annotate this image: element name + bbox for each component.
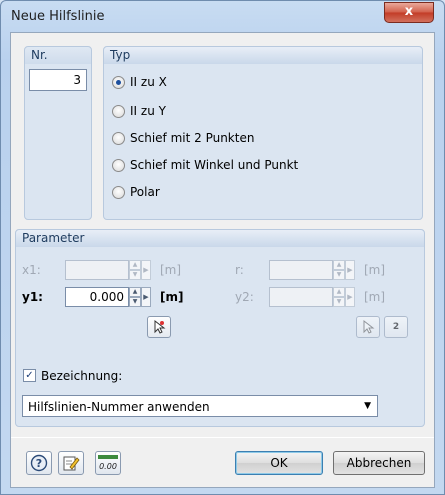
r-input[interactable]: [269, 260, 333, 280]
radio-ii-zu-x[interactable]: II zu X: [112, 73, 167, 91]
edit-icon: [63, 456, 80, 471]
units-button[interactable]: 0.00: [95, 451, 121, 475]
divider: [11, 437, 434, 438]
x1-pick-arrow-icon[interactable]: ▶: [141, 260, 151, 280]
parameter-group-title: Parameter: [16, 230, 424, 247]
chevron-down-icon: ▼: [364, 401, 371, 411]
spin-up-icon[interactable]: ▲: [333, 287, 345, 297]
x1-label: x1:: [22, 263, 41, 277]
radio-ii-zu-x-label: II zu X: [130, 75, 167, 89]
spin-up-icon[interactable]: ▲: [129, 287, 141, 297]
typ-group: Typ II zu X II zu Y Schief mit 2 Punkten…: [103, 46, 423, 220]
y1-unit: [m]: [160, 290, 184, 304]
radio-schief-2-punkte[interactable]: Schief mit 2 Punkten: [112, 129, 254, 147]
radio-polar-label: Polar: [130, 185, 160, 199]
r-unit: [m]: [364, 263, 386, 277]
nr-group: Nr. 3: [24, 46, 92, 220]
spin-up-icon[interactable]: ▲: [129, 260, 141, 270]
x1-spin-arrows[interactable]: ▲ ▼: [129, 260, 141, 280]
radio-polar[interactable]: Polar: [112, 183, 160, 201]
y1-spinner[interactable]: 0.000 ▲ ▼ ▶: [65, 287, 151, 307]
ok-button[interactable]: OK: [235, 451, 323, 475]
radio-ii-zu-y[interactable]: II zu Y: [112, 102, 166, 120]
svg-text:?: ?: [36, 457, 42, 470]
y2-label: y2:: [235, 290, 254, 304]
nr-group-title: Nr.: [25, 47, 91, 64]
x1-unit: [m]: [160, 263, 182, 277]
y2-pick-arrow-icon[interactable]: ▶: [345, 287, 355, 307]
r-spin-arrows[interactable]: ▲ ▼: [333, 260, 345, 280]
y1-input[interactable]: 0.000: [65, 287, 129, 307]
pick-cursor-icon: [363, 319, 375, 334]
bezeichnung-label: Bezeichnung:: [41, 369, 123, 383]
radio-schief-2-punkte-button[interactable]: [112, 131, 125, 145]
bezeichnung-combo-value: Hilfslinien-Nummer anwenden: [28, 400, 210, 414]
r-label: r:: [235, 263, 244, 277]
x1-input[interactable]: [65, 260, 129, 280]
y1-pick-arrow-icon[interactable]: ▶: [141, 287, 151, 307]
x1-spinner[interactable]: ▲ ▼ ▶: [65, 260, 151, 280]
radio-ii-zu-y-button[interactable]: [112, 104, 125, 118]
title-bar: Neue Hilfslinie x: [1, 1, 444, 31]
y2-unit: [m]: [364, 290, 386, 304]
nr-input[interactable]: 3: [29, 69, 87, 91]
radio-ii-zu-y-label: II zu Y: [130, 104, 166, 118]
help-icon: ?: [30, 454, 48, 472]
y1-spin-arrows[interactable]: ▲ ▼: [129, 287, 141, 307]
spin-down-icon[interactable]: ▼: [129, 270, 141, 280]
dialog-window: Neue Hilfslinie x Nr. 3 Typ II zu X II z…: [0, 0, 445, 495]
dialog-client-area: Nr. 3 Typ II zu X II zu Y Schief mit 2 P…: [10, 32, 435, 488]
radio-schief-winkel-punkt-button[interactable]: [112, 158, 125, 172]
y1-label: y1:: [22, 290, 43, 304]
radio-ii-zu-x-button[interactable]: [112, 75, 125, 89]
y2-input[interactable]: [269, 287, 333, 307]
pick-point-button[interactable]: [147, 316, 171, 338]
y2-spin-arrows[interactable]: ▲ ▼: [333, 287, 345, 307]
edit-button[interactable]: [58, 451, 84, 475]
spin-up-icon[interactable]: ▲: [333, 260, 345, 270]
pick-two-points-button[interactable]: 2: [384, 316, 408, 338]
pick-point-r-button[interactable]: [356, 316, 380, 338]
typ-group-title: Typ: [104, 47, 422, 64]
close-button[interactable]: x: [384, 2, 434, 23]
units-icon-text: 0.00: [99, 462, 117, 471]
radio-schief-2-punkte-label: Schief mit 2 Punkten: [130, 131, 255, 145]
radio-polar-button[interactable]: [112, 185, 125, 199]
radio-schief-winkel-punkt-label: Schief mit Winkel und Punkt: [130, 158, 299, 172]
help-button[interactable]: ?: [26, 451, 52, 475]
pick-cursor-icon: [154, 319, 166, 334]
bezeichnung-checkbox[interactable]: ✓: [23, 369, 36, 382]
window-title: Neue Hilfslinie: [11, 9, 105, 24]
cancel-button[interactable]: Abbrechen: [333, 451, 425, 475]
spin-down-icon[interactable]: ▼: [129, 297, 141, 307]
pick-two-points-icon: 2: [392, 322, 400, 332]
r-spinner[interactable]: ▲ ▼ ▶: [269, 260, 355, 280]
y2-spinner[interactable]: ▲ ▼ ▶: [269, 287, 355, 307]
spin-down-icon[interactable]: ▼: [333, 270, 345, 280]
units-icon: 0.00: [98, 455, 118, 471]
r-pick-arrow-icon[interactable]: ▶: [345, 260, 355, 280]
radio-schief-winkel-punkt[interactable]: Schief mit Winkel und Punkt: [112, 156, 298, 174]
bezeichnung-combo[interactable]: Hilfslinien-Nummer anwenden ▼: [22, 395, 378, 417]
spin-down-icon[interactable]: ▼: [333, 297, 345, 307]
